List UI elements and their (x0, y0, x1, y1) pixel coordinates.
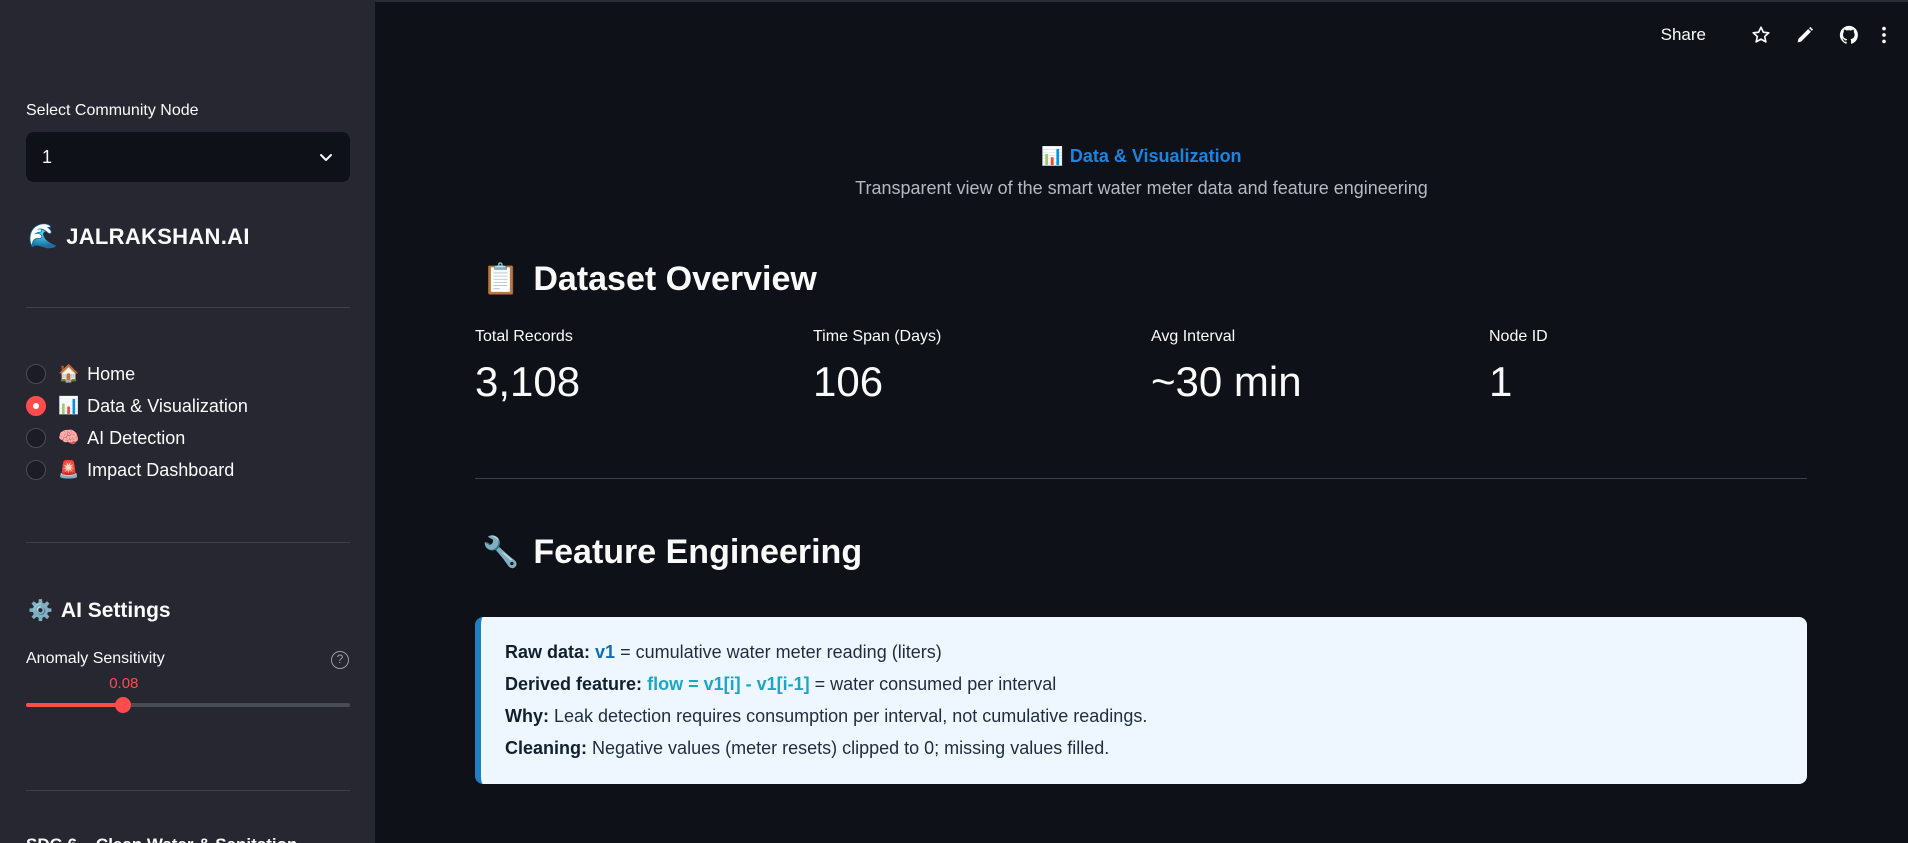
feature-engineering-heading: 🔧 Feature Engineering (482, 533, 862, 572)
feature-engineering-title: Feature Engineering (533, 533, 863, 571)
feature-info-box: Raw data: v1 = cumulative water meter re… (475, 617, 1807, 784)
info-raw-code: v1 (595, 642, 616, 662)
nav-item-data-visualization[interactable]: 📊 Data & Visualization (26, 390, 248, 422)
info-raw-rest: = cumulative water meter reading (liters… (615, 642, 942, 662)
brand: 🌊 JALRAKSHAN.AI (28, 222, 250, 251)
info-line-derived: Derived feature: flow = v1[i] - v1[i-1] … (505, 668, 1783, 700)
metric-label: Avg Interval (1151, 328, 1236, 345)
metrics-row: Total Records 3,108 Time Span (Days) 106… (475, 328, 1827, 406)
slider-value: 0.08 (109, 675, 139, 692)
info-derived-rest: = water consumed per interval (809, 674, 1057, 694)
metric-avg-interval: Avg Interval ~30 min (1151, 328, 1489, 406)
sidebar-divider (26, 790, 350, 791)
brain-icon: 🧠 (58, 428, 80, 447)
info-cleaning-rest: Negative values (meter resets) clipped t… (587, 738, 1110, 758)
metric-total-records: Total Records 3,108 (475, 328, 813, 406)
community-node-select[interactable]: 1 (26, 132, 350, 182)
radio-home[interactable] (26, 364, 46, 384)
bar-chart-icon: 📊 (1041, 146, 1064, 166)
info-line-cleaning: Cleaning: Negative values (meter resets)… (505, 732, 1783, 764)
metric-label: Total Records (475, 328, 573, 345)
info-why-label: Why: (505, 706, 549, 726)
nav-item-home[interactable]: 🏠 Home (26, 358, 248, 390)
page-title-text: Data & Visualization (1069, 146, 1242, 166)
metric-value: 3,108 (475, 358, 581, 405)
metric-value: ~30 min (1151, 358, 1302, 405)
ai-settings-title: AI Settings (60, 598, 171, 622)
nav-label-ai-detection: AI Detection (87, 427, 186, 448)
radio-ai-detection[interactable] (26, 428, 46, 448)
dataset-overview-title: Dataset Overview (533, 260, 817, 298)
sidebar-divider (26, 307, 350, 308)
select-node-label: Select Community Node (26, 102, 199, 119)
clipboard-icon: 📋 (482, 263, 520, 296)
select-value: 1 (42, 146, 53, 167)
wrench-icon: 🔧 (482, 536, 520, 569)
sdg-text: SDG 6 – Clean Water & Sanitation (26, 835, 297, 843)
bar-chart-icon: 📊 (58, 396, 80, 415)
slider-fill (26, 703, 124, 707)
page-subtitle: Transparent view of the smart water mete… (855, 178, 1428, 198)
app-root: Select Community Node 1 🌊 JALRAKSHAN.AI … (0, 0, 1908, 843)
info-cleaning-label: Cleaning: (505, 738, 588, 758)
brand-name: JALRAKSHAN.AI (66, 223, 250, 249)
nav-label-data-visualization: Data & Visualization (87, 395, 248, 416)
page-title: 📊 Data & Visualization (375, 146, 1908, 167)
metric-value: 1 (1489, 358, 1513, 405)
nav-item-impact-dashboard[interactable]: 🚨 Impact Dashboard (26, 454, 248, 486)
house-icon: 🏠 (58, 364, 80, 383)
nav-radio-group: 🏠 Home 📊 Data & Visualization 🧠 AI Detec… (26, 358, 248, 486)
metric-value: 106 (813, 358, 884, 405)
main-content: 📊 Data & Visualization Transparent view o… (375, 0, 1908, 843)
slider-thumb[interactable] (115, 697, 132, 713)
nav-label-impact-dashboard: Impact Dashboard (87, 459, 235, 480)
ai-settings-heading: ⚙️ AI Settings (28, 598, 171, 623)
metric-label: Time Span (Days) (813, 328, 942, 345)
main-divider (475, 478, 1807, 479)
radio-data-visualization[interactable] (26, 396, 46, 416)
info-line-raw: Raw data: v1 = cumulative water meter re… (505, 636, 1783, 668)
info-raw-label: Raw data: (505, 642, 591, 662)
gear-icon: ⚙️ (28, 600, 53, 622)
anomaly-sensitivity-label: Anomaly Sensitivity (26, 650, 165, 667)
info-derived-code: flow = v1[i] - v1[i-1] (647, 674, 810, 694)
info-line-why: Why: Leak detection requires consumption… (505, 700, 1783, 732)
help-icon[interactable]: ? (331, 651, 349, 669)
sidebar: Select Community Node 1 🌊 JALRAKSHAN.AI … (0, 0, 375, 843)
sidebar-divider (26, 542, 350, 543)
metric-time-span: Time Span (Days) 106 (813, 328, 1151, 406)
info-why-rest: Leak detection requires consumption per … (549, 706, 1148, 726)
nav-label-home: Home (87, 363, 136, 384)
dataset-overview-heading: 📋 Dataset Overview (482, 260, 817, 299)
radio-impact-dashboard[interactable] (26, 460, 46, 480)
siren-icon: 🚨 (58, 460, 80, 479)
info-derived-label: Derived feature: (505, 674, 643, 694)
metric-label: Node ID (1489, 328, 1548, 345)
chevron-down-icon (320, 154, 332, 161)
metric-node-id: Node ID 1 (1489, 328, 1827, 406)
wave-icon: 🌊 (28, 223, 59, 250)
nav-item-ai-detection[interactable]: 🧠 AI Detection (26, 422, 248, 454)
